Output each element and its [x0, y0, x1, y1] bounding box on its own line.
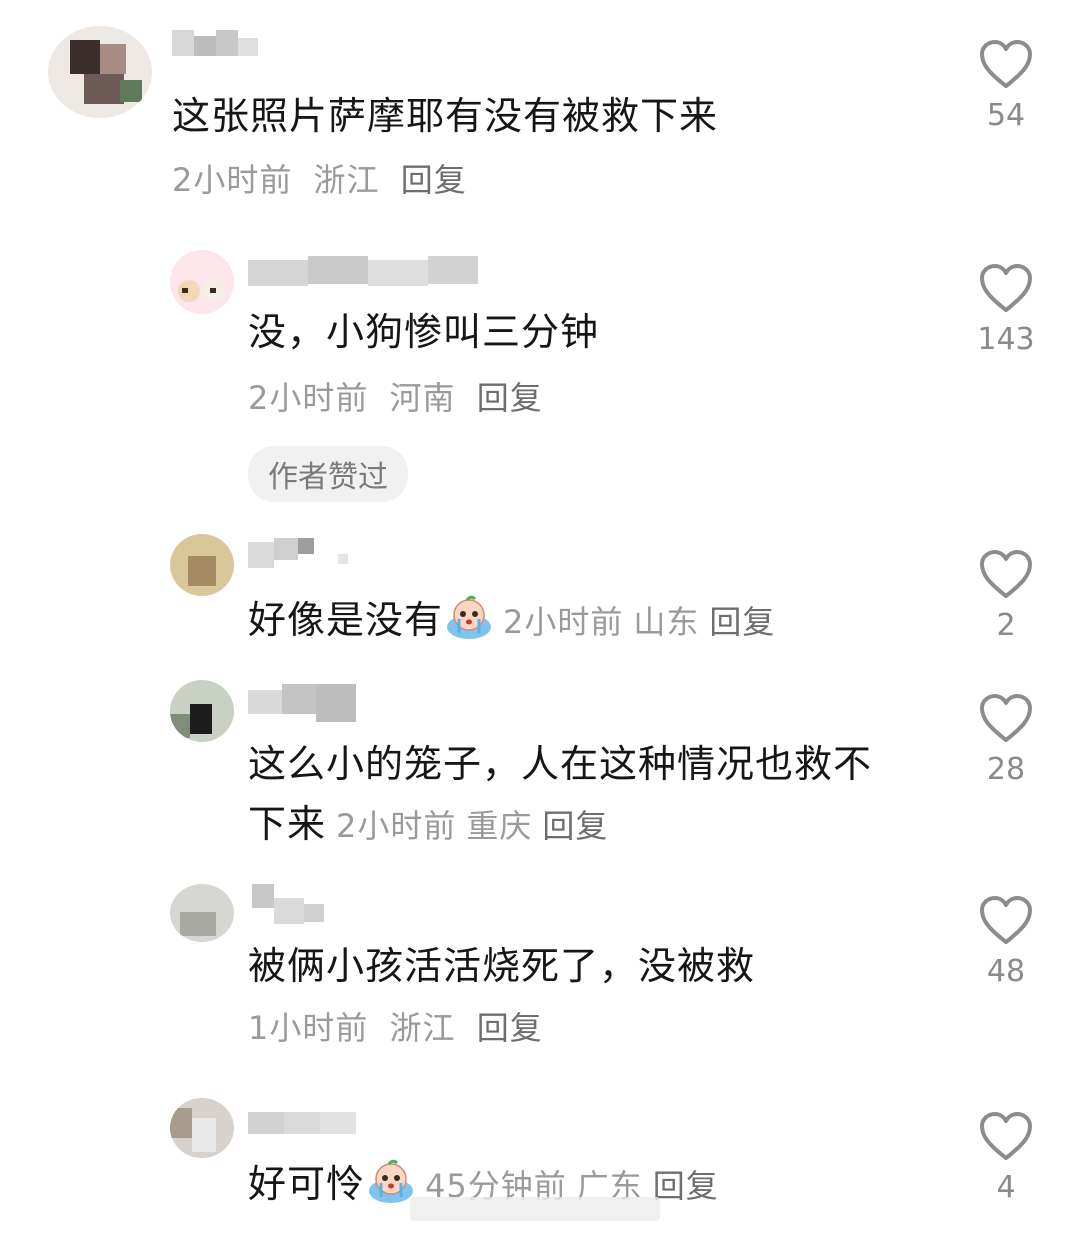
comment-text-row: 好像是没有 2小时前 山东 回复 [248, 588, 785, 654]
comment-text: 好可怜 [248, 1162, 366, 1206]
heart-outline-icon [980, 264, 1032, 312]
comment-text: 下来 [248, 802, 327, 846]
reply-button[interactable]: 回复 [477, 1009, 543, 1047]
comment-text: 没，小狗惨叫三分钟 [248, 310, 600, 354]
comment-text-row: 下来 2小时前 重庆 回复 [248, 792, 618, 858]
comment-meta: 1小时前 浙江 回复 [248, 998, 553, 1058]
comment-location: 浙江 [389, 1009, 456, 1047]
comment-time: 2小时前 [248, 379, 369, 417]
author-liked-badge: 作者赞过 [248, 446, 408, 502]
comment-item: 好像是没有 2小时前 山东 回复 2 [0, 530, 1080, 660]
like-button[interactable]: 2 [966, 548, 1046, 643]
watermark-blur [410, 1197, 660, 1221]
username-blurred[interactable] [172, 30, 262, 60]
avatar[interactable] [48, 26, 152, 118]
heart-outline-icon [980, 896, 1032, 944]
username-blurred[interactable] [248, 1108, 368, 1138]
username-blurred[interactable] [248, 684, 368, 722]
like-count: 48 [986, 954, 1026, 989]
comment-text: 被俩小孩活活烧死了，没被救 [248, 944, 756, 988]
comment-time: 1小时前 [248, 1009, 369, 1047]
comment-location: 河南 [389, 379, 456, 417]
heart-outline-icon [980, 694, 1032, 742]
like-button[interactable]: 48 [966, 894, 1046, 989]
comment-item: 被俩小孩活活烧死了，没被救 1小时前 浙江 回复 48 [0, 880, 1080, 1080]
like-count: 143 [977, 322, 1035, 357]
avatar[interactable] [170, 884, 234, 942]
like-count: 54 [986, 98, 1026, 133]
comment-time: 2小时前 [503, 603, 624, 641]
like-button[interactable]: 54 [966, 38, 1046, 133]
comment-text: 这么小的笼子，人在这种情况也救不 [248, 742, 873, 786]
heart-outline-icon [980, 1112, 1032, 1160]
comment-meta: 2小时前 河南 回复 [248, 368, 553, 428]
reply-button[interactable]: 回复 [542, 807, 608, 845]
comment-item: 没，小狗惨叫三分钟 2小时前 河南 回复 作者赞过 143 [0, 240, 1080, 510]
comment-item: 这张照片萨摩耶有没有被救下来 2小时前 浙江 回复 54 [0, 0, 1080, 220]
comment-item: 这么小的笼子，人在这种情况也救不 下来 2小时前 重庆 回复 28 [0, 676, 1080, 866]
username-blurred[interactable] [248, 884, 348, 924]
like-button[interactable]: 28 [966, 692, 1046, 787]
avatar[interactable] [170, 680, 234, 742]
avatar[interactable] [170, 1098, 234, 1158]
comment-text: 这张照片萨摩耶有没有被救下来 [172, 94, 719, 138]
comment-time: 2小时前 [172, 161, 293, 199]
comment-location: 山东 [633, 603, 700, 641]
like-count: 28 [986, 752, 1026, 787]
username-blurred[interactable] [248, 252, 488, 286]
reply-button[interactable]: 回复 [653, 1167, 719, 1205]
like-count: 4 [996, 1170, 1016, 1205]
comment-time: 2小时前 [336, 807, 457, 845]
reply-button[interactable]: 回复 [477, 379, 543, 417]
comment-location: 浙江 [313, 161, 380, 199]
comment-meta: 2小时前 浙江 回复 [172, 150, 477, 210]
reply-button[interactable]: 回复 [709, 603, 775, 641]
username-blurred[interactable] [248, 538, 358, 568]
avatar[interactable] [170, 534, 234, 596]
crying-face-emoji [369, 1159, 414, 1203]
avatar[interactable] [170, 250, 234, 314]
crying-face-emoji [447, 595, 492, 639]
heart-outline-icon [980, 550, 1032, 598]
like-button[interactable]: 4 [966, 1110, 1046, 1205]
like-count: 2 [996, 608, 1016, 643]
comment-text: 好像是没有 [248, 598, 444, 642]
comment-location: 重庆 [466, 807, 533, 845]
heart-outline-icon [980, 40, 1032, 88]
reply-button[interactable]: 回复 [401, 161, 467, 199]
like-button[interactable]: 143 [966, 262, 1046, 357]
